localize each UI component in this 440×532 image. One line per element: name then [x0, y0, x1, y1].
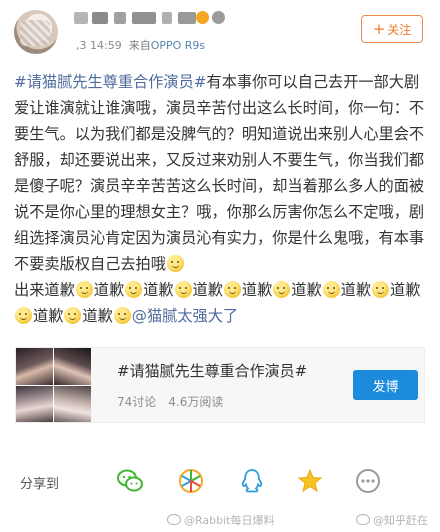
post-paragraph: 有本事你可以自己去开一部大剧爱让谁演就让谁演哦，演员辛苦付出这么长时间，你一句：…	[14, 73, 425, 273]
apology-word: 道歉	[93, 281, 125, 299]
follow-label: 关注	[387, 22, 412, 37]
smile-emoji-icon	[223, 281, 241, 298]
smile-emoji-icon	[64, 307, 82, 324]
watermark-left: @Rabbit每日爆料	[167, 512, 274, 528]
vip-badge-icon	[212, 11, 225, 24]
weibo-logo-icon	[167, 514, 181, 525]
smile-emoji-icon	[15, 307, 32, 324]
smile-emoji-icon	[166, 255, 184, 272]
qzone-icon[interactable]	[297, 468, 323, 494]
apology-word: 道歉	[241, 281, 273, 299]
apology-line: 出来道歉 道歉 道歉 道歉 道歉 道歉 道歉 道歉道歉 道歉 @猫腻太强大了	[14, 281, 421, 325]
apology-word: 道歉	[82, 307, 113, 325]
topic-link[interactable]: #请猫腻先生尊重合作演员#	[14, 73, 207, 91]
moments-icon[interactable]	[178, 468, 204, 494]
discussion-count: 74讨论	[117, 395, 157, 409]
mention-link[interactable]: @猫腻太强大了	[132, 307, 238, 325]
post-body: #请猫腻先生尊重合作演员#有本事你可以自己去开一部大剧爱让谁演就让谁演哦，演员辛…	[14, 69, 430, 329]
share-bar: 分享到	[0, 448, 440, 500]
plus-icon: +	[372, 19, 386, 38]
smile-emoji-icon	[273, 281, 291, 298]
member-badges	[196, 8, 236, 28]
post-time: ,3 14:59	[76, 39, 122, 52]
device-link[interactable]: OPPO R9s	[151, 39, 205, 52]
source-label: 来自	[128, 39, 151, 52]
share-label: 分享到	[20, 477, 60, 492]
crown-badge-icon	[196, 11, 209, 24]
apology-prefix: 出来道歉	[14, 281, 75, 299]
watermark-right: @知乎赶在	[356, 512, 428, 528]
post-header: ,3 14:59 来自OPPO R9s + 关注	[0, 0, 440, 58]
post-meta: ,3 14:59 来自OPPO R9s	[76, 37, 205, 53]
qq-icon[interactable]	[239, 468, 265, 494]
smile-emoji-icon	[113, 307, 131, 324]
smile-emoji-icon	[75, 281, 93, 298]
post-text: #请猫腻先生尊重合作演员#有本事你可以自己去开一部大剧爱让谁演就让谁演哦，演员辛…	[14, 69, 430, 277]
smile-emoji-icon	[372, 281, 389, 298]
smile-emoji-icon	[174, 281, 192, 298]
topic-thumbnail	[16, 348, 91, 422]
apology-word: 道歉	[291, 281, 322, 299]
topic-card-title: #请猫腻先生尊重合作演员#	[117, 362, 308, 380]
follow-button[interactable]: + 关注	[361, 15, 423, 43]
wechat-icon[interactable]	[117, 468, 143, 494]
apology-word: 道歉	[192, 281, 223, 299]
apology-word: 道歉	[143, 281, 174, 299]
read-count: 4.6万阅读	[168, 395, 224, 409]
smile-emoji-icon	[322, 281, 340, 298]
smile-emoji-icon	[125, 281, 143, 298]
apology-line2-start: 歉	[355, 281, 371, 299]
avatar[interactable]	[14, 10, 58, 54]
more-icon[interactable]	[355, 468, 381, 494]
apology-word: 道歉	[390, 281, 421, 299]
topic-card-stats: 74讨论 4.6万阅读	[117, 393, 223, 410]
apology-word: 道歉	[33, 307, 64, 325]
topic-card[interactable]: #请猫腻先生尊重合作演员# 74讨论 4.6万阅读 发博	[15, 347, 425, 423]
post-to-topic-button[interactable]: 发博	[353, 370, 418, 400]
weibo-logo-icon	[356, 514, 370, 525]
